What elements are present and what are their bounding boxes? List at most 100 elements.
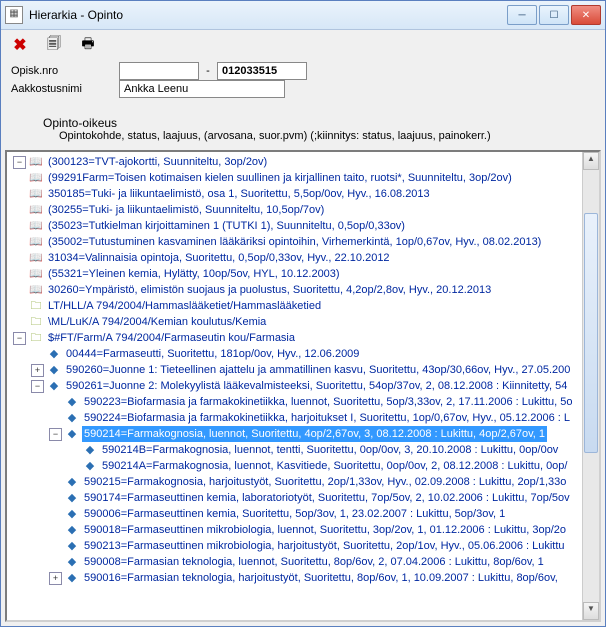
book-icon: 📖 <box>28 155 44 169</box>
tree-item-label[interactable]: (30255=Tuki- ja liikuntaelimistö, Suunni… <box>46 202 326 218</box>
cancel-icon[interactable]: ✖ <box>11 36 29 54</box>
tree-row[interactable]: 📖(35002=Tutustuminen kasvaminen lääkärik… <box>7 234 583 250</box>
tree-row[interactable]: ◆590213=Farmaseuttinen mikrobiologia, ha… <box>7 538 583 554</box>
tree-item-label[interactable]: 590214=Farmakognosia, luennot, Suoritett… <box>82 426 547 442</box>
tree-row[interactable]: −◆590214=Farmakognosia, luennot, Suorite… <box>7 426 583 442</box>
tree-item-label[interactable]: 00444=Farmaseutti, Suoritettu, 181op/0ov… <box>64 346 361 362</box>
tree-row[interactable]: 📖350185=Tuki- ja liikuntaelimistö, osa 1… <box>7 186 583 202</box>
tree-row[interactable]: ◆590008=Farmasian teknologia, luennot, S… <box>7 554 583 570</box>
close-button[interactable]: ✕ <box>571 5 601 25</box>
toggle-placeholder <box>13 204 26 217</box>
scroll-thumb[interactable] <box>584 213 598 453</box>
scrollbar-vertical[interactable]: ▲ ▼ <box>582 152 599 620</box>
scroll-track[interactable] <box>583 170 599 602</box>
tree-row[interactable]: ◆00444=Farmaseutti, Suoritettu, 181op/0o… <box>7 346 583 362</box>
tree-row[interactable]: 📖30260=Ympäristö, elimistön suojaus ja p… <box>7 282 583 298</box>
tree-row[interactable]: 📖31034=Valinnaisia opintoja, Suoritettu,… <box>7 250 583 266</box>
tree-row[interactable]: ◆590224=Biofarmasia ja farmakokinetiikka… <box>7 410 583 426</box>
tree-row[interactable]: 🗀\ML/LuK/A 794/2004/Kemian koulutus/Kemi… <box>7 314 583 330</box>
toggle-placeholder <box>49 492 62 505</box>
tree-item-label[interactable]: LT/HLL/A 794/2004/Hammaslääketiet/Hammas… <box>46 298 323 314</box>
tree-item-label[interactable]: (55321=Yleinen kemia, Hylätty, 10op/5ov,… <box>46 266 342 282</box>
tree-row[interactable]: 📖(30255=Tuki- ja liikuntaelimistö, Suunn… <box>7 202 583 218</box>
tree-row[interactable]: −◆590261=Juonne 2: Molekyylistä lääkeval… <box>7 378 583 394</box>
book-icon: 📖 <box>28 267 44 281</box>
minimize-button[interactable]: ─ <box>507 5 537 25</box>
tree-item-label[interactable]: 590261=Juonne 2: Molekyylistä lääkevalmi… <box>64 378 569 394</box>
tree-item-label[interactable]: (300123=TVT-ajokortti, Suunniteltu, 3op/… <box>46 154 269 170</box>
folder-icon: 🗀 <box>28 315 44 329</box>
titlebar: ▦ Hierarkia - Opinto ─ ☐ ✕ <box>1 1 605 30</box>
tree-row[interactable]: 📖(35023=Tutkielman kirjoittaminen 1 (TUT… <box>7 218 583 234</box>
tree-item-label[interactable]: 590224=Biofarmasia ja farmakokinetiikka,… <box>82 410 572 426</box>
label-opisknro: Opisk.nro <box>11 65 119 77</box>
field-blank[interactable] <box>119 62 199 80</box>
collapse-icon[interactable]: − <box>31 380 44 393</box>
maximize-button[interactable]: ☐ <box>539 5 569 25</box>
toggle-placeholder <box>13 188 26 201</box>
tree-item-label[interactable]: 590214B=Farmakognosia, luennot, tentti, … <box>100 442 560 458</box>
tree-row[interactable]: ◆590006=Farmaseuttinen kemia, Suoritettu… <box>7 506 583 522</box>
book-icon: 📖 <box>28 283 44 297</box>
tree-row[interactable]: 🗀LT/HLL/A 794/2004/Hammaslääketiet/Hamma… <box>7 298 583 314</box>
tree-item-label[interactable]: 350185=Tuki- ja liikuntaelimistö, osa 1,… <box>46 186 432 202</box>
tree-item-label[interactable]: 590006=Farmaseuttinen kemia, Suoritettu,… <box>82 506 507 522</box>
tree-item-label[interactable]: 30260=Ympäristö, elimistön suojaus ja pu… <box>46 282 493 298</box>
collapse-icon[interactable]: − <box>13 156 26 169</box>
tree-row[interactable]: 📖(99291Farm=Toisen kotimaisen kielen suu… <box>7 170 583 186</box>
tree-item-label[interactable]: 590214A=Farmakognosia, luennot, Kasvitie… <box>100 458 569 474</box>
tree-item-label[interactable]: (99291Farm=Toisen kotimaisen kielen suul… <box>46 170 514 186</box>
tree-row[interactable]: 📖(55321=Yleinen kemia, Hylätty, 10op/5ov… <box>7 266 583 282</box>
app-icon: ▦ <box>5 6 23 24</box>
tree-row[interactable]: ◆590214A=Farmakognosia, luennot, Kasviti… <box>7 458 583 474</box>
tree-row[interactable]: ◆590223=Biofarmasia ja farmakokinetiikka… <box>7 394 583 410</box>
cube-icon: ◆ <box>64 411 80 425</box>
tree-row[interactable]: +◆590260=Juonne 1: Tieteellinen ajattelu… <box>7 362 583 378</box>
expand-icon[interactable]: + <box>31 364 44 377</box>
book-icon: 📖 <box>28 187 44 201</box>
tree-row[interactable]: ◆590018=Farmaseuttinen mikrobiologia, lu… <box>7 522 583 538</box>
tree-item-label[interactable]: 590174=Farmaseuttinen kemia, laboratorio… <box>82 490 572 506</box>
toggle-placeholder <box>13 284 26 297</box>
copy-icon[interactable]: 🗐 <box>45 36 63 54</box>
folder-icon: 🗀 <box>28 299 44 313</box>
tree-item-label[interactable]: \ML/LuK/A 794/2004/Kemian koulutus/Kemia <box>46 314 268 330</box>
toggle-placeholder <box>49 556 62 569</box>
field-dash: - <box>199 62 217 80</box>
tree-item-label[interactable]: 590018=Farmaseuttinen mikrobiologia, lue… <box>82 522 568 538</box>
collapse-icon[interactable]: − <box>49 428 62 441</box>
tree-item-label[interactable]: 590260=Juonne 1: Tieteellinen ajattelu j… <box>64 362 572 378</box>
tree-item-label[interactable]: 590213=Farmaseuttinen mikrobiologia, har… <box>82 538 567 554</box>
form-area: Opisk.nro - 012033515 Aakkostusnimi Ankk… <box>1 60 605 150</box>
tree-row[interactable]: ◆590174=Farmaseuttinen kemia, laboratori… <box>7 490 583 506</box>
collapse-icon[interactable]: − <box>13 332 26 345</box>
book-icon: 📖 <box>28 219 44 233</box>
toggle-placeholder <box>49 508 62 521</box>
tree-item-label[interactable]: (35002=Tutustuminen kasvaminen lääkäriks… <box>46 234 543 250</box>
tree-item-label[interactable]: 590008=Farmasian teknologia, luennot, Su… <box>82 554 546 570</box>
field-student-id[interactable]: 012033515 <box>217 62 307 80</box>
scroll-up-button[interactable]: ▲ <box>583 152 599 170</box>
tree-item-label[interactable]: 590215=Farmakognosia, harjoitustyöt, Suo… <box>82 474 568 490</box>
tree-row[interactable]: +◆590016=Farmasian teknologia, harjoitus… <box>7 570 583 586</box>
tree-item-label[interactable]: 590223=Biofarmasia ja farmakokinetiikka,… <box>82 394 575 410</box>
tree-item-label[interactable]: (35023=Tutkielman kirjoittaminen 1 (TUTK… <box>46 218 407 234</box>
expand-icon[interactable]: + <box>49 572 62 585</box>
tree-item-label[interactable]: $#FT/Farm/A 794/2004/Farmaseutin kou/Far… <box>46 330 297 346</box>
tree-row[interactable]: −📖(300123=TVT-ajokortti, Suunniteltu, 3o… <box>7 154 583 170</box>
tree[interactable]: −📖(300123=TVT-ajokortti, Suunniteltu, 3o… <box>7 152 583 588</box>
scroll-down-button[interactable]: ▼ <box>583 602 599 620</box>
print-icon[interactable]: 🖶 <box>79 36 97 54</box>
label-aakostusnimi: Aakkostusnimi <box>11 83 119 95</box>
tree-row[interactable]: ◆590214B=Farmakognosia, luennot, tentti,… <box>7 442 583 458</box>
tree-item-label[interactable]: 590016=Farmasian teknologia, harjoitusty… <box>82 570 560 586</box>
cube-icon: ◆ <box>46 347 62 361</box>
field-student-name[interactable]: Ankka Leenu <box>119 80 285 98</box>
tree-row[interactable]: ◆590215=Farmakognosia, harjoitustyöt, Su… <box>7 474 583 490</box>
folder-icon: 🗀 <box>28 331 44 345</box>
tree-row[interactable]: −🗀$#FT/Farm/A 794/2004/Farmaseutin kou/F… <box>7 330 583 346</box>
heading-opinto-oikeus: Opinto-oikeus <box>11 116 595 130</box>
tree-item-label[interactable]: 31034=Valinnaisia opintoja, Suoritettu, … <box>46 250 392 266</box>
cube-icon: ◆ <box>64 491 80 505</box>
toggle-placeholder <box>49 524 62 537</box>
